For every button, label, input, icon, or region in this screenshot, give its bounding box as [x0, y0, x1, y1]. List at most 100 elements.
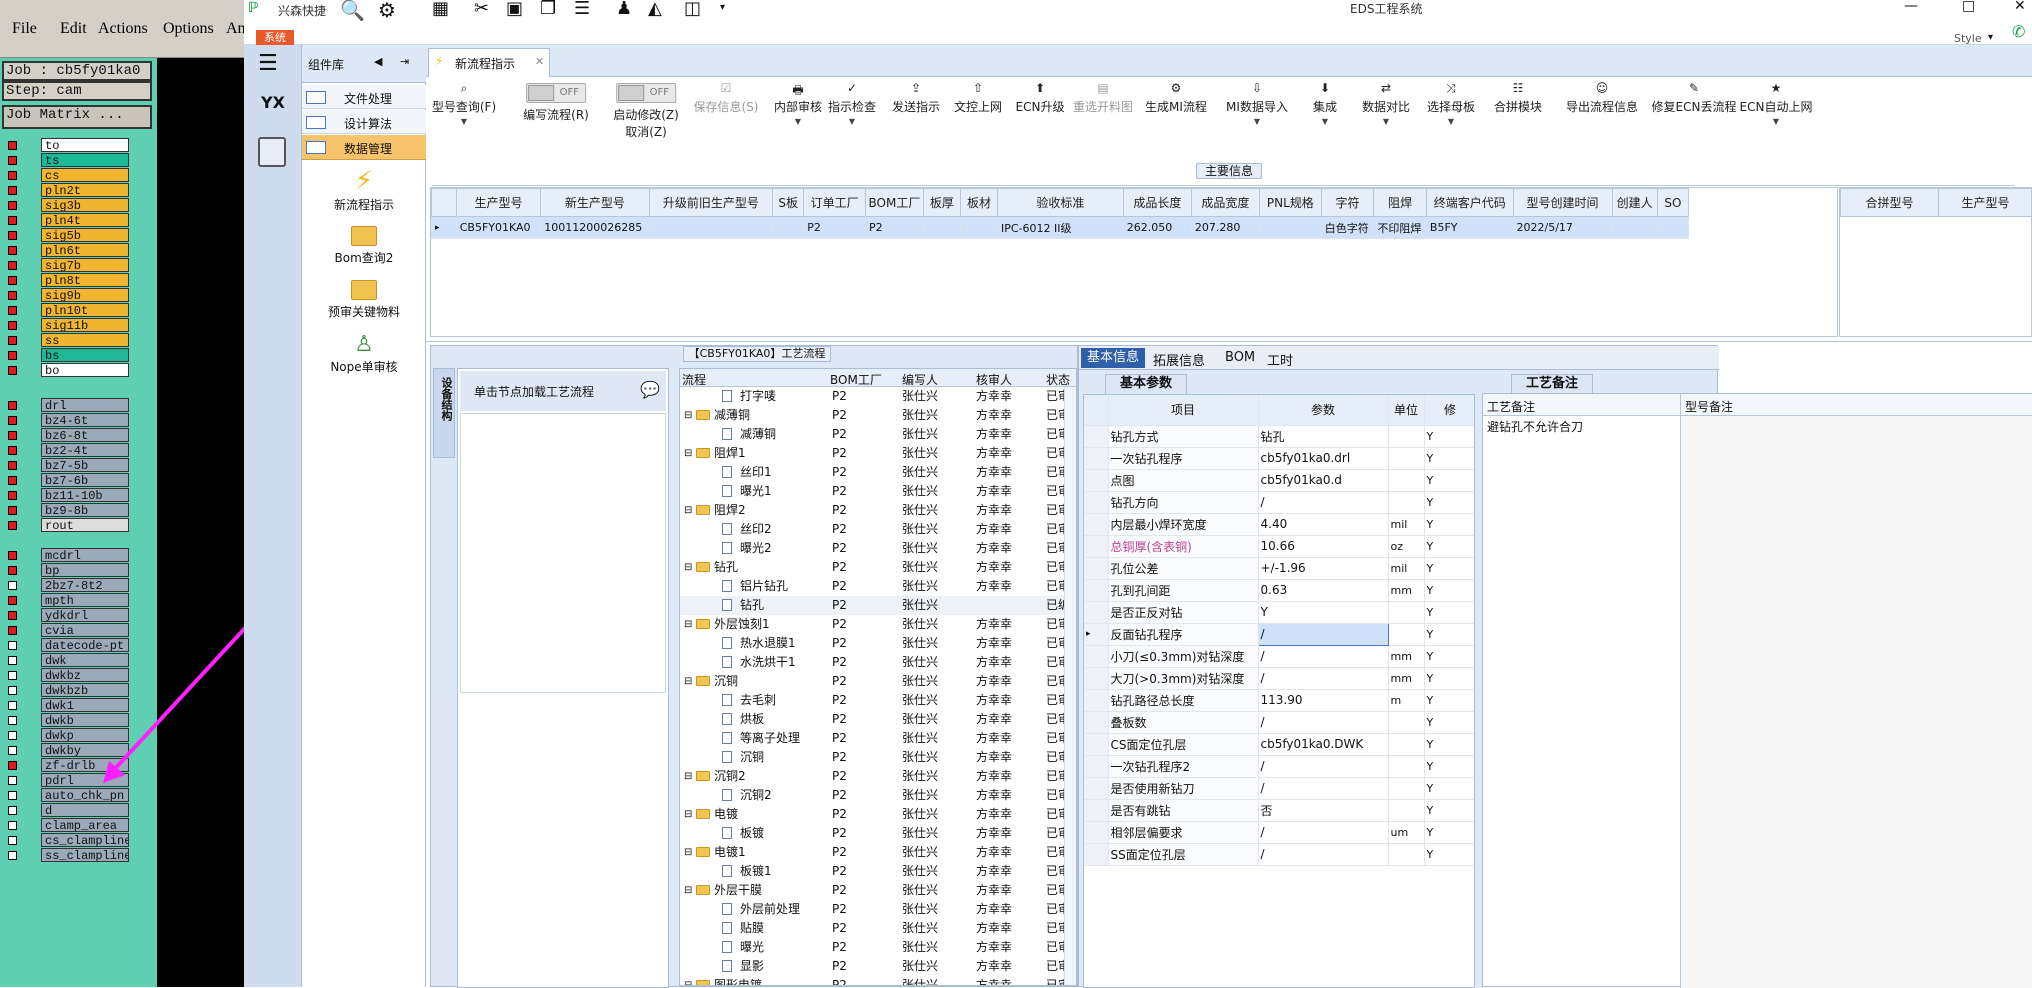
- model-notes-cell[interactable]: [1681, 416, 2032, 988]
- param-value[interactable]: +/-1.96: [1258, 557, 1388, 579]
- toolbar-button[interactable]: 🖶内部审核▼: [774, 81, 822, 126]
- layer-checkbox[interactable]: [8, 776, 17, 785]
- tab-bom[interactable]: BOM: [1225, 350, 1255, 365]
- grid-icon[interactable]: ▦: [432, 0, 449, 19]
- param-column-header[interactable]: 参数: [1258, 395, 1388, 425]
- layer-row[interactable]: mcdrl: [6, 548, 126, 563]
- layer-checkbox[interactable]: [8, 551, 17, 560]
- tree-row[interactable]: 减薄铜P2张仕兴方幸幸已审核: [680, 425, 1077, 444]
- param-value[interactable]: 否: [1258, 799, 1388, 821]
- column-header[interactable]: 订单工厂: [804, 189, 866, 217]
- tree-row[interactable]: 曝光1P2张仕兴方幸幸已审核: [680, 482, 1077, 501]
- select-all-cell[interactable]: [432, 189, 457, 217]
- column-header[interactable]: 阻焊: [1374, 189, 1427, 217]
- param-row[interactable]: 钻孔方式钻孔Y: [1084, 425, 1475, 447]
- job-matrix-button[interactable]: Job Matrix ...: [2, 105, 152, 129]
- param-value[interactable]: 4.40: [1258, 513, 1388, 535]
- layer-checkbox[interactable]: [8, 686, 17, 695]
- bom-query-item[interactable]: Bom查询2: [302, 222, 426, 268]
- notes-cell[interactable]: 避钻孔不允许合刀: [1483, 416, 1681, 988]
- table-cell[interactable]: 不印阻焊: [1374, 217, 1427, 239]
- collapse-icon[interactable]: ⊟: [684, 406, 692, 425]
- table-cell[interactable]: [960, 217, 997, 239]
- menu-actions[interactable]: Actions: [98, 20, 148, 38]
- param-row[interactable]: ▸反面钻孔程序/Y: [1084, 623, 1475, 645]
- graphic-area[interactable]: [157, 58, 244, 987]
- tree-row[interactable]: ⊟阻焊1P2张仕兴方幸幸已审核: [680, 444, 1077, 463]
- layer-checkbox[interactable]: [8, 401, 17, 410]
- tree-row[interactable]: 板镀1P2张仕兴方幸幸已审核: [680, 862, 1077, 881]
- layer-checkbox[interactable]: [8, 431, 17, 440]
- layer-row[interactable]: bz4-6t: [6, 413, 126, 428]
- tab-new-flow[interactable]: ⚡ 新流程指示 ✕: [428, 48, 550, 77]
- column-header[interactable]: 创建人: [1612, 189, 1657, 217]
- tree-row[interactable]: 丝印2P2张仕兴方幸幸已审核: [680, 520, 1077, 539]
- layer-checkbox[interactable]: [8, 186, 17, 195]
- param-row[interactable]: CS面定位孔层cb5fy01ka0.DWKY: [1084, 733, 1475, 755]
- layer-checkbox[interactable]: [8, 446, 17, 455]
- layer-row[interactable]: bo: [6, 363, 126, 378]
- param-value[interactable]: /: [1258, 821, 1388, 843]
- dropdown-icon[interactable]: ▼: [774, 117, 822, 126]
- tab-close-icon[interactable]: ✕: [535, 55, 544, 68]
- table-cell[interactable]: 10011200026285: [541, 217, 649, 239]
- toolbar-button[interactable]: ⇄数据对比▼: [1362, 81, 1410, 126]
- param-value[interactable]: /: [1258, 667, 1388, 689]
- collapse-icon[interactable]: ⊟: [684, 843, 692, 862]
- menu-analysis[interactable]: An: [226, 20, 246, 38]
- phone-icon[interactable]: ✆: [2012, 22, 2025, 41]
- tree-row[interactable]: ⊟沉铜P2张仕兴方幸幸已审核: [680, 672, 1077, 691]
- param-value[interactable]: cb5fy01ka0.DWK: [1258, 733, 1388, 755]
- layer-checkbox[interactable]: [8, 611, 17, 620]
- layer-checkbox[interactable]: [8, 746, 17, 755]
- collapse-left-icon[interactable]: ◀: [374, 55, 382, 68]
- style-dropdown-icon[interactable]: ▾: [1988, 32, 1993, 43]
- layer-checkbox[interactable]: [8, 521, 17, 530]
- layer-checkbox[interactable]: [8, 321, 17, 330]
- menu-edit[interactable]: Edit: [60, 20, 87, 38]
- table-cell[interactable]: [1259, 217, 1321, 239]
- maximize-icon[interactable]: □: [1962, 0, 1975, 14]
- layer-checkbox[interactable]: [8, 626, 17, 635]
- table-cell[interactable]: 白色字符: [1321, 217, 1374, 239]
- layer-checkbox[interactable]: [8, 851, 17, 860]
- new-flow-item[interactable]: ⚡ 新流程指示: [302, 166, 426, 216]
- param-row[interactable]: 一次钻孔程序cb5fy01ka0.drlY: [1084, 447, 1475, 469]
- layer-row[interactable]: sig7b: [6, 258, 126, 273]
- table-cell[interactable]: B5FY: [1426, 217, 1513, 239]
- param-column-header[interactable]: 单位: [1388, 395, 1424, 425]
- collapse-icon[interactable]: ⊟: [684, 501, 692, 520]
- param-value[interactable]: /: [1258, 491, 1388, 513]
- layer-checkbox[interactable]: [8, 276, 17, 285]
- toolbar-button[interactable]: ✓指示检查▼: [828, 81, 876, 126]
- layer-row[interactable]: bz9-8b: [6, 503, 126, 518]
- table-row[interactable]: ▸CB5FY01KA010011200026285P2P2IPC-6012 II…: [432, 217, 1689, 239]
- layer-row[interactable]: 2bz7-8t2: [6, 578, 126, 593]
- toolbar-button[interactable]: ⇩MI数据导入▼: [1226, 81, 1288, 126]
- column-header[interactable]: 型号创建时间: [1513, 189, 1612, 217]
- collapse-icon[interactable]: ⊟: [684, 672, 692, 691]
- layer-checkbox[interactable]: [8, 366, 17, 375]
- layer-checkbox[interactable]: [8, 821, 17, 830]
- system-tab[interactable]: 系统: [256, 30, 294, 45]
- column-header[interactable]: BOM工厂: [866, 189, 924, 217]
- scissors-icon[interactable]: ✂: [474, 0, 489, 19]
- dropdown-icon[interactable]: ▼: [1313, 117, 1337, 126]
- layer-checkbox[interactable]: [8, 291, 17, 300]
- layer-row[interactable]: rout: [6, 518, 126, 533]
- tree-row[interactable]: ⊟外层蚀刻1P2张仕兴方幸幸已审核: [680, 615, 1077, 634]
- tree-row[interactable]: ⊟电镀1P2张仕兴方幸幸已审核: [680, 843, 1077, 862]
- toggle-switch[interactable]: OFF: [616, 83, 676, 103]
- tool-icon[interactable]: [258, 137, 286, 167]
- tab-extended-info[interactable]: 拓展信息: [1153, 350, 1205, 369]
- tree-row[interactable]: ⊟外层干膜P2张仕兴方幸幸已审核: [680, 881, 1077, 900]
- column-header[interactable]: 字符: [1321, 189, 1374, 217]
- collapse-icon[interactable]: ⊟: [684, 615, 692, 634]
- toolbar-button[interactable]: ☑保存信息(S): [694, 81, 759, 115]
- tree-row[interactable]: 钻孔P2张仕兴已编写: [680, 596, 1077, 615]
- param-value[interactable]: Y: [1258, 601, 1388, 623]
- layer-checkbox[interactable]: [8, 476, 17, 485]
- tree-row[interactable]: 丝印1P2张仕兴方幸幸已审核: [680, 463, 1077, 482]
- collapse-icon[interactable]: ⊟: [684, 805, 692, 824]
- param-row[interactable]: 钻孔方向/Y: [1084, 491, 1475, 513]
